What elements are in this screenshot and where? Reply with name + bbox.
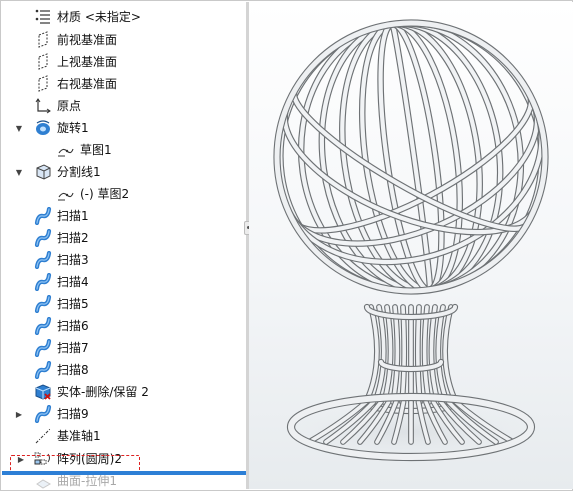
sweep-icon	[34, 250, 52, 270]
tree-item-label: 扫描6	[57, 319, 89, 333]
material-icon	[34, 8, 52, 26]
tree-item-label: 材质 <未指定>	[57, 10, 141, 24]
tree-item-14[interactable]: 扫描5	[2, 293, 246, 315]
collapse-arrow-icon[interactable]: ▼	[14, 167, 24, 177]
tree-item-label: 扫描8	[57, 363, 89, 377]
tree-item-16[interactable]: 扫描7	[2, 337, 246, 359]
tree-item-label: 原点	[57, 99, 82, 113]
solidworks-window: 材质 <未指定> 前视基准面上视基准面右视基准面 原点 ▼ 旋转1 草图1 ▼ 分割线…	[0, 0, 573, 491]
sketch-icon	[57, 185, 75, 203]
tree-item-label: 基准轴1	[57, 429, 101, 443]
tree-item-20[interactable]: 基准轴1	[2, 425, 246, 447]
tree-item-label: 草图1	[80, 143, 112, 157]
sweep-icon	[34, 228, 52, 248]
revolve-icon	[34, 119, 52, 137]
tree-item-5[interactable]: 原点	[2, 95, 246, 117]
tree-item-19[interactable]: ▶ 扫描9	[2, 403, 246, 425]
tree-item-7[interactable]: 草图1	[2, 139, 246, 161]
sweep-icon	[34, 294, 52, 314]
tree-item-label: 扫描1	[57, 209, 89, 223]
graphics-area[interactable]	[249, 2, 573, 489]
tree-item-9[interactable]: (-) 草图2	[2, 183, 246, 205]
tree-item-label: 扫描4	[57, 275, 89, 289]
plane-icon	[34, 53, 52, 71]
tree-item-label: (-) 草图2	[80, 187, 130, 201]
sweep-icon	[34, 316, 52, 336]
split-line-icon	[34, 163, 52, 181]
tree-item-label: 扫描7	[57, 341, 89, 355]
sweep-icon	[34, 360, 52, 380]
sweep-icon	[34, 404, 52, 424]
tree-item-2[interactable]: 前视基准面	[2, 29, 246, 51]
sketch-icon	[57, 141, 75, 159]
sweep-icon	[34, 338, 52, 358]
feature-manager-tree[interactable]: 材质 <未指定> 前视基准面上视基准面右视基准面 原点 ▼ 旋转1 草图1 ▼ 分割线…	[2, 2, 246, 489]
origin-icon	[34, 97, 52, 115]
tree-item-label: 上视基准面	[57, 55, 118, 69]
tree-item-label: 扫描3	[57, 253, 89, 267]
tree-item-label: 曲面-拉伸1	[57, 474, 117, 488]
tree-item-3[interactable]: 上视基准面	[2, 51, 246, 73]
tree-item-label: 扫描2	[57, 231, 89, 245]
delete-body-icon	[34, 383, 52, 401]
plane-icon	[34, 31, 52, 49]
axis-icon	[34, 427, 52, 445]
tree-item-4[interactable]: 右视基准面	[2, 73, 246, 95]
rollback-bar[interactable]	[2, 471, 246, 475]
expand-arrow-icon[interactable]: ▶	[14, 409, 24, 419]
tree-item-label: 扫描9	[57, 407, 89, 421]
tree-item-label: 前视基准面	[57, 33, 118, 47]
tree-item-18[interactable]: 实体-删除/保留 2	[2, 381, 246, 403]
tree-item-1[interactable]: 材质 <未指定>	[2, 6, 246, 28]
sweep-icon	[34, 206, 52, 226]
tree-item-15[interactable]: 扫描6	[2, 315, 246, 337]
tree-item-12[interactable]: 扫描3	[2, 249, 246, 271]
plane-icon	[34, 75, 52, 93]
sweep-icon	[34, 272, 52, 292]
tree-item-label: 实体-删除/保留 2	[57, 385, 149, 399]
tree-item-label: 右视基准面	[57, 77, 118, 91]
tree-item-8[interactable]: ▼ 分割线1	[2, 161, 246, 183]
tree-item-6[interactable]: ▼ 旋转1	[2, 117, 246, 139]
tree-item-label: 旋转1	[57, 121, 89, 135]
collapse-arrow-icon[interactable]: ▼	[14, 123, 24, 133]
wire-sphere-model	[273, 19, 549, 462]
tree-item-label: 扫描5	[57, 297, 89, 311]
tree-item-17[interactable]: 扫描8	[2, 359, 246, 381]
tree-item-10[interactable]: 扫描1	[2, 205, 246, 227]
tree-item-13[interactable]: 扫描4	[2, 271, 246, 293]
tree-item-label: 分割线1	[57, 165, 101, 179]
tree-item-11[interactable]: 扫描2	[2, 227, 246, 249]
